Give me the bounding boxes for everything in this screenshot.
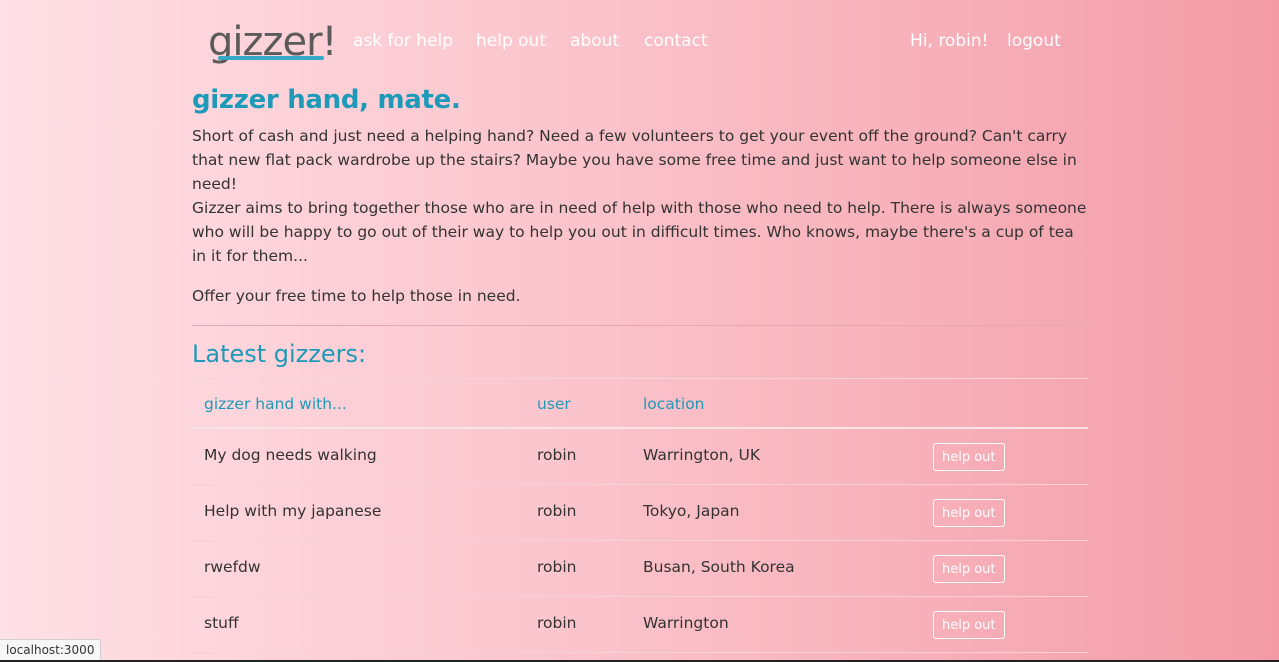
column-header-task: gizzer hand with... bbox=[204, 395, 347, 413]
nav-link-about[interactable]: about bbox=[570, 31, 619, 51]
table-row: My dog needs walking robin Warrington, U… bbox=[192, 429, 1088, 485]
table-top-border bbox=[192, 378, 1088, 379]
row-task: rwefdw bbox=[204, 558, 261, 576]
row-task: stuff bbox=[204, 614, 239, 632]
column-header-location: location bbox=[643, 395, 705, 413]
latest-gizzers-title: Latest gizzers: bbox=[192, 340, 367, 368]
table-row: rwefdw robin Busan, South Korea help out bbox=[192, 541, 1088, 597]
intro-paragraph-3: Offer your free time to help those in ne… bbox=[192, 287, 521, 305]
row-task: Help with my japanese bbox=[204, 502, 382, 520]
row-user: robin bbox=[537, 502, 577, 520]
browser-status-url: localhost:3000 bbox=[0, 639, 102, 660]
intro-paragraph-2: Gizzer aims to bring together those who … bbox=[192, 199, 1087, 265]
nav-link-contact[interactable]: contact bbox=[644, 31, 708, 51]
top-nav: gizzer! ask for help help out about cont… bbox=[192, 18, 1088, 65]
row-divider bbox=[192, 652, 1088, 653]
page-title: gizzer hand, mate. bbox=[192, 85, 461, 115]
row-user: robin bbox=[537, 558, 577, 576]
intro-paragraph-1: Short of cash and just need a helping ha… bbox=[192, 127, 1077, 193]
main-content: gizzer hand, mate. Short of cash and jus… bbox=[192, 84, 1088, 653]
row-task: My dog needs walking bbox=[204, 446, 377, 464]
column-header-user: user bbox=[537, 395, 571, 413]
logout-link[interactable]: logout bbox=[1007, 31, 1061, 51]
user-greeting: Hi, robin! bbox=[910, 31, 989, 51]
row-location: Tokyo, Japan bbox=[643, 502, 740, 520]
logo-underline bbox=[218, 56, 324, 60]
nav-link-ask-for-help[interactable]: ask for help bbox=[353, 31, 453, 51]
divider bbox=[192, 325, 1088, 326]
row-user: robin bbox=[537, 614, 577, 632]
row-location: Busan, South Korea bbox=[643, 558, 795, 576]
table-row: stuff robin Warrington help out bbox=[192, 597, 1088, 653]
row-location: Warrington, UK bbox=[643, 446, 761, 464]
row-location: Warrington bbox=[643, 614, 729, 632]
help-out-button[interactable]: help out bbox=[933, 443, 1005, 471]
nav-link-help-out[interactable]: help out bbox=[476, 31, 546, 51]
help-out-button[interactable]: help out bbox=[933, 555, 1005, 583]
help-out-button[interactable]: help out bbox=[933, 499, 1005, 527]
help-out-button[interactable]: help out bbox=[933, 611, 1005, 639]
table-row: Help with my japanese robin Tokyo, Japan… bbox=[192, 485, 1088, 541]
row-user: robin bbox=[537, 446, 577, 464]
